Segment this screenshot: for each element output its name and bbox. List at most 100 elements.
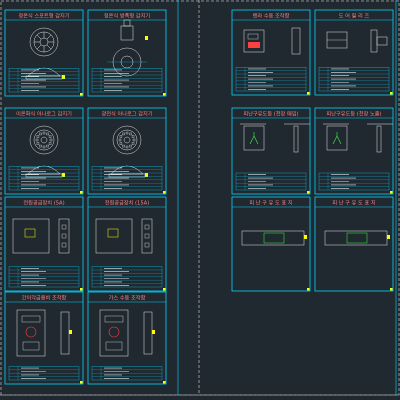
dimension-marker — [304, 235, 307, 239]
side-knockout — [61, 224, 67, 230]
grip-marker — [307, 92, 310, 95]
sheet-left-3: 광전식 아나로그 감지기 — [87, 107, 167, 195]
grip-marker — [163, 381, 166, 384]
detector-hub — [40, 136, 48, 144]
detector-slot — [36, 142, 40, 145]
grip-marker — [390, 288, 393, 291]
detector-side-view — [27, 67, 61, 77]
sheet-title: 전원공급장치 (5A) — [23, 199, 64, 207]
detector-slot — [132, 138, 136, 142]
sheet-right-4: 피 난 구 유 도 표 지 — [231, 196, 311, 292]
cad-drawing-canvas[interactable]: 정온식 스포트형 감지기 정온식 방폭형 감지기이온화식 아나로그 감지기 광전식 … — [0, 0, 400, 400]
detector-spoke — [46, 34, 52, 40]
side-knockout — [61, 242, 67, 248]
detector-slot — [39, 132, 42, 136]
dimension-marker — [145, 36, 148, 40]
exit-plate-symbol — [346, 232, 368, 244]
sheet-title: 정온식 방폭형 감지기 — [104, 12, 150, 20]
sheet-title: 랜라 수동 조작함 — [253, 12, 290, 20]
detector-slot — [48, 142, 52, 145]
sheet-title: 간이각급용비 조작함 — [22, 294, 67, 302]
exit-sign-side — [376, 125, 382, 153]
control-label-plate — [21, 315, 41, 323]
detector-slot — [119, 142, 123, 145]
grip-marker — [390, 191, 393, 194]
sheet-frame — [231, 9, 311, 96]
panel-side — [291, 27, 301, 55]
cabinet-window — [24, 228, 36, 238]
sheet-left-5: 전원공급장치 (15A) — [87, 196, 167, 292]
side-knockout — [144, 233, 150, 239]
detector-slot — [36, 135, 40, 138]
control-label-plate — [104, 315, 124, 323]
sheet-left-0: 정온식 스포트형 감지기 — [4, 9, 84, 97]
detector-slot — [125, 131, 129, 135]
exit-sign-face — [243, 125, 265, 151]
sheet-left-6: 간이각급용비 조작함 — [4, 291, 84, 385]
sheet-frame — [87, 9, 167, 97]
cabinet-side — [58, 218, 70, 254]
detector-ring — [33, 129, 55, 151]
detector-slot — [129, 144, 132, 148]
detector-slot — [125, 145, 129, 149]
detector-side-view — [110, 165, 144, 175]
grip-marker — [80, 381, 83, 384]
detector-slot — [48, 135, 52, 138]
sheet-left-7: 가스 수동 조작함 — [87, 291, 167, 385]
sheet-title: 피난구유도등 (천장 매입) — [243, 110, 298, 118]
sheet-title: 정온식 스포트형 감지기 — [18, 12, 69, 20]
detector-ring — [116, 129, 138, 151]
exit-sign-side — [293, 125, 299, 153]
detector-slot — [35, 138, 39, 142]
panel-display — [247, 33, 259, 40]
sheet-right-3: 피난구유도등 (천장 노출) — [314, 107, 394, 195]
indicator-panel — [105, 341, 123, 351]
sheet-frame — [314, 196, 394, 292]
grip-marker — [80, 93, 83, 96]
side-knockout — [144, 242, 150, 248]
control-box-front — [99, 309, 129, 357]
sheet-frame — [87, 107, 167, 195]
indicator-panel — [22, 341, 40, 351]
detector-spoke — [36, 44, 42, 50]
side-knockout — [61, 233, 67, 239]
sheet-title: 광전식 아나로그 감지기 — [101, 110, 152, 118]
sheet-title: 피 난 구 유 도 표 지 — [332, 199, 376, 207]
grip-marker — [307, 288, 310, 291]
conduit-entry — [123, 19, 131, 27]
detector-slot — [119, 135, 123, 138]
sheet-frame — [87, 291, 167, 385]
grip-marker — [163, 93, 166, 96]
control-box-side — [60, 311, 70, 355]
sheet-border — [0, 0, 400, 396]
spec-table — [318, 172, 390, 191]
sheet-right-1: 도 어 릴 리 즈 — [314, 9, 394, 96]
sheet-title: 피 난 구 유 도 표 지 — [249, 199, 293, 207]
door-release-side — [370, 29, 378, 53]
side-knockout — [144, 224, 150, 230]
grip-marker — [307, 191, 310, 194]
detector-slot — [39, 144, 42, 148]
grip-marker — [163, 191, 166, 194]
cabinet-side — [141, 218, 153, 254]
power-cabinet — [95, 218, 133, 254]
sheet-title: 가스 수동 조작함 — [109, 294, 146, 302]
sheet-right-0: 랜라 수동 조작함 — [231, 9, 311, 96]
grip-marker — [80, 191, 83, 194]
panel-front — [243, 29, 265, 53]
detector-hub — [39, 37, 49, 47]
dimension-marker — [69, 330, 72, 334]
sheet-frame — [314, 9, 394, 96]
sheet-left-2: 이온화식 아나로그 감지기 — [4, 107, 84, 195]
spec-table — [235, 172, 307, 191]
outer-dashed-frame — [0, 0, 400, 396]
cabinet-window — [107, 228, 119, 238]
detector-hub — [123, 136, 131, 144]
grip-marker — [80, 288, 83, 291]
exit-sign-face — [326, 125, 348, 151]
detector-slot — [46, 132, 49, 136]
grip-marker — [390, 92, 393, 95]
detector-slot — [42, 145, 46, 149]
panel-switch — [248, 42, 260, 48]
exit-plate-symbol — [263, 232, 285, 244]
